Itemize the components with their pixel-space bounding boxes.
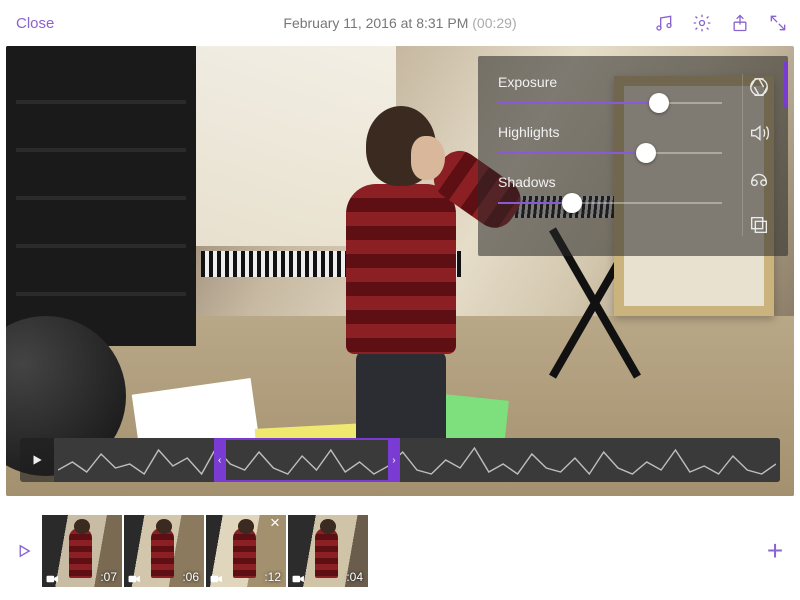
slider-fill <box>498 102 659 104</box>
gear-icon[interactable] <box>692 13 712 33</box>
clips-container: :07 :06 :12 × :04 <box>42 515 368 587</box>
audio-waveform <box>58 444 776 476</box>
sliders-group: Exposure Highlights Shadows <box>498 74 742 236</box>
slider-fill <box>498 152 646 154</box>
clip-item[interactable]: :06 <box>124 515 204 587</box>
video-icon <box>292 574 305 584</box>
trim-bar: ‹ › <box>20 438 780 482</box>
slider-exposure: Exposure <box>498 74 732 104</box>
music-icon[interactable] <box>654 13 674 33</box>
clip-duration: :04 <box>346 570 363 584</box>
video-icon <box>128 574 141 584</box>
slider-track[interactable] <box>498 202 722 204</box>
project-duration: (00:29) <box>472 15 516 31</box>
video-icon <box>210 574 223 584</box>
clip-timestamp: February 11, 2016 at 8:31 PM <box>283 15 468 31</box>
remove-clip-button[interactable]: × <box>266 515 284 533</box>
panel-accent <box>784 62 788 108</box>
trim-track[interactable]: ‹ › <box>54 438 780 482</box>
slider-track[interactable] <box>498 102 722 104</box>
close-button[interactable]: Close <box>16 15 54 32</box>
slider-knob[interactable] <box>636 143 656 163</box>
slider-shadows: Shadows <box>498 174 732 204</box>
clip-duration: :06 <box>182 570 199 584</box>
clip-item[interactable]: :04 <box>288 515 368 587</box>
add-clip-button[interactable]: + <box>760 536 790 566</box>
preview-play-button[interactable] <box>20 438 54 482</box>
top-bar: Close February 11, 2016 at 8:31 PM (00:2… <box>0 0 800 46</box>
volume-icon[interactable] <box>748 122 770 144</box>
share-icon[interactable] <box>730 13 750 33</box>
aperture-icon[interactable] <box>748 76 770 98</box>
video-preview[interactable]: Exposure Highlights Shadows ‹ › <box>6 46 794 496</box>
speed-icon[interactable] <box>748 168 770 190</box>
expand-icon[interactable] <box>768 13 788 33</box>
slider-label: Shadows <box>498 174 732 190</box>
slider-fill <box>498 202 572 204</box>
adjustments-panel: Exposure Highlights Shadows <box>478 56 788 256</box>
slider-knob[interactable] <box>562 193 582 213</box>
slider-knob[interactable] <box>649 93 669 113</box>
clip-strip: :07 :06 :12 × :04 + <box>0 502 800 600</box>
slider-track[interactable] <box>498 152 722 154</box>
trim-start-handle[interactable]: ‹ <box>214 438 226 482</box>
toolbar <box>654 13 788 33</box>
video-icon <box>46 574 59 584</box>
clip-item[interactable]: :12 × <box>206 515 286 587</box>
slider-label: Exposure <box>498 74 732 90</box>
clip-duration: :12 <box>264 570 281 584</box>
clip-duration: :07 <box>100 570 117 584</box>
copy-icon[interactable] <box>748 214 770 236</box>
clip-item[interactable]: :07 <box>42 515 122 587</box>
slider-label: Highlights <box>498 124 732 140</box>
trim-end-handle[interactable]: › <box>388 438 400 482</box>
project-play-button[interactable] <box>10 537 38 565</box>
panel-side-tools <box>742 74 774 236</box>
slider-highlights: Highlights <box>498 124 732 154</box>
